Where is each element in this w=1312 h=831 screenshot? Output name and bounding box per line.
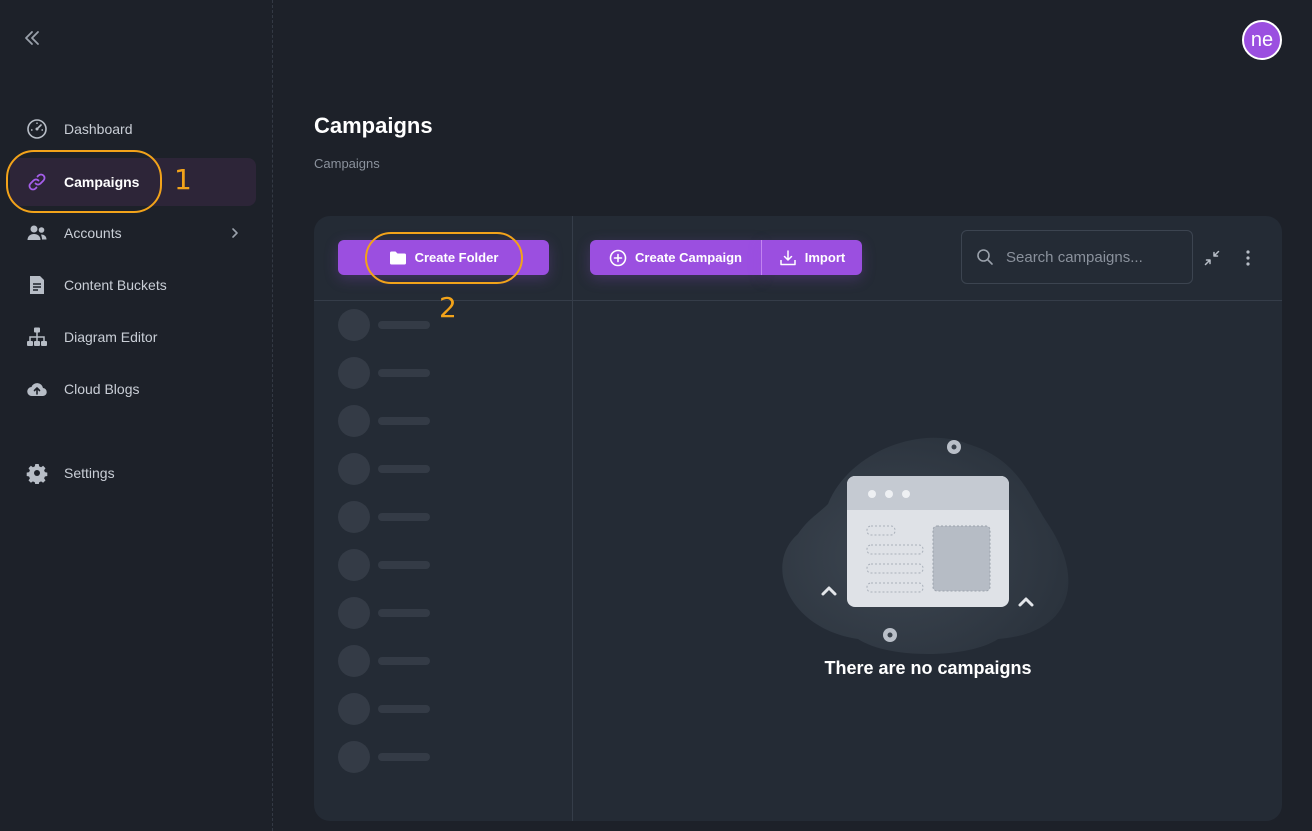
sidebar-item-dashboard[interactable]: Dashboard: [10, 105, 256, 153]
breadcrumb[interactable]: Campaigns: [314, 156, 380, 171]
collapse-arrows-icon[interactable]: [1201, 247, 1223, 269]
users-icon: [25, 221, 49, 245]
page-title: Campaigns: [314, 113, 433, 138]
folder-skeleton-row: [338, 405, 438, 437]
folder-skeleton-row: [338, 741, 438, 773]
import-button[interactable]: Import: [762, 240, 862, 275]
empty-state-illustration: [782, 437, 1069, 654]
chevron-right-icon: [226, 223, 244, 248]
create-campaign-label: Create Campaign: [635, 250, 742, 265]
sidebar-item-label: Cloud Blogs: [64, 381, 140, 397]
download-icon: [780, 249, 796, 265]
search-input[interactable]: [1004, 247, 1188, 267]
folder-skeleton-row: [338, 453, 438, 485]
sidebar-item-content-buckets[interactable]: Content Buckets: [10, 261, 256, 309]
sidebar-item-label: Diagram Editor: [64, 329, 158, 345]
folder-icon: [389, 251, 406, 264]
more-vertical-icon[interactable]: [1237, 247, 1259, 269]
create-folder-button[interactable]: Create Folder: [338, 240, 549, 275]
folder-skeleton-row: [338, 645, 438, 677]
sidebar-item-label: Content Buckets: [64, 277, 167, 293]
sidebar-item-settings[interactable]: Settings: [10, 449, 256, 497]
dashboard-gauge-icon: [25, 117, 49, 141]
folder-skeleton-row: [338, 357, 438, 389]
sitemap-icon: [25, 325, 49, 349]
annotation-number-1: 1: [174, 163, 192, 196]
folder-skeleton-row: [338, 597, 438, 629]
toolbar-divider: [314, 300, 1282, 301]
collapse-sidebar-icon[interactable]: [22, 28, 46, 50]
create-folder-label: Create Folder: [414, 250, 499, 265]
plus-circle-icon: [609, 249, 627, 266]
folder-skeleton-row: [338, 309, 438, 341]
sidebar-item-cloud-blogs[interactable]: Cloud Blogs: [10, 365, 256, 413]
document-icon: [25, 273, 49, 297]
sidebar-item-label: Settings: [64, 465, 115, 481]
sidebar-item-diagram-editor[interactable]: Diagram Editor: [10, 313, 256, 361]
search-box[interactable]: [961, 230, 1193, 284]
sidebar-item-label: Dashboard: [64, 121, 133, 137]
sidebar-item-accounts[interactable]: Accounts: [10, 209, 256, 257]
cloud-upload-icon: [25, 377, 49, 401]
sidebar-item-label: Accounts: [64, 225, 122, 241]
annotation-number-2: 2: [439, 291, 457, 324]
avatar[interactable]: ne: [1242, 20, 1282, 60]
folder-skeleton-row: [338, 693, 438, 725]
search-icon: [977, 249, 993, 265]
campaigns-panel: Create Folder Create Campaign Import Sea…: [314, 216, 1282, 821]
sidebar: Dashboard Campaigns Accounts Content Buc…: [0, 0, 273, 831]
folder-skeleton-row: [338, 501, 438, 533]
sidebar-item-campaigns[interactable]: Campaigns: [10, 158, 256, 206]
sidebar-item-label: Campaigns: [64, 174, 140, 190]
create-campaign-button[interactable]: Create Campaign: [590, 240, 761, 275]
folder-skeleton-row: [338, 549, 438, 581]
import-label: Import: [804, 250, 846, 265]
link-icon: [25, 170, 49, 194]
empty-state-message: There are no campaigns: [824, 658, 1032, 678]
gear-icon: [25, 461, 49, 485]
